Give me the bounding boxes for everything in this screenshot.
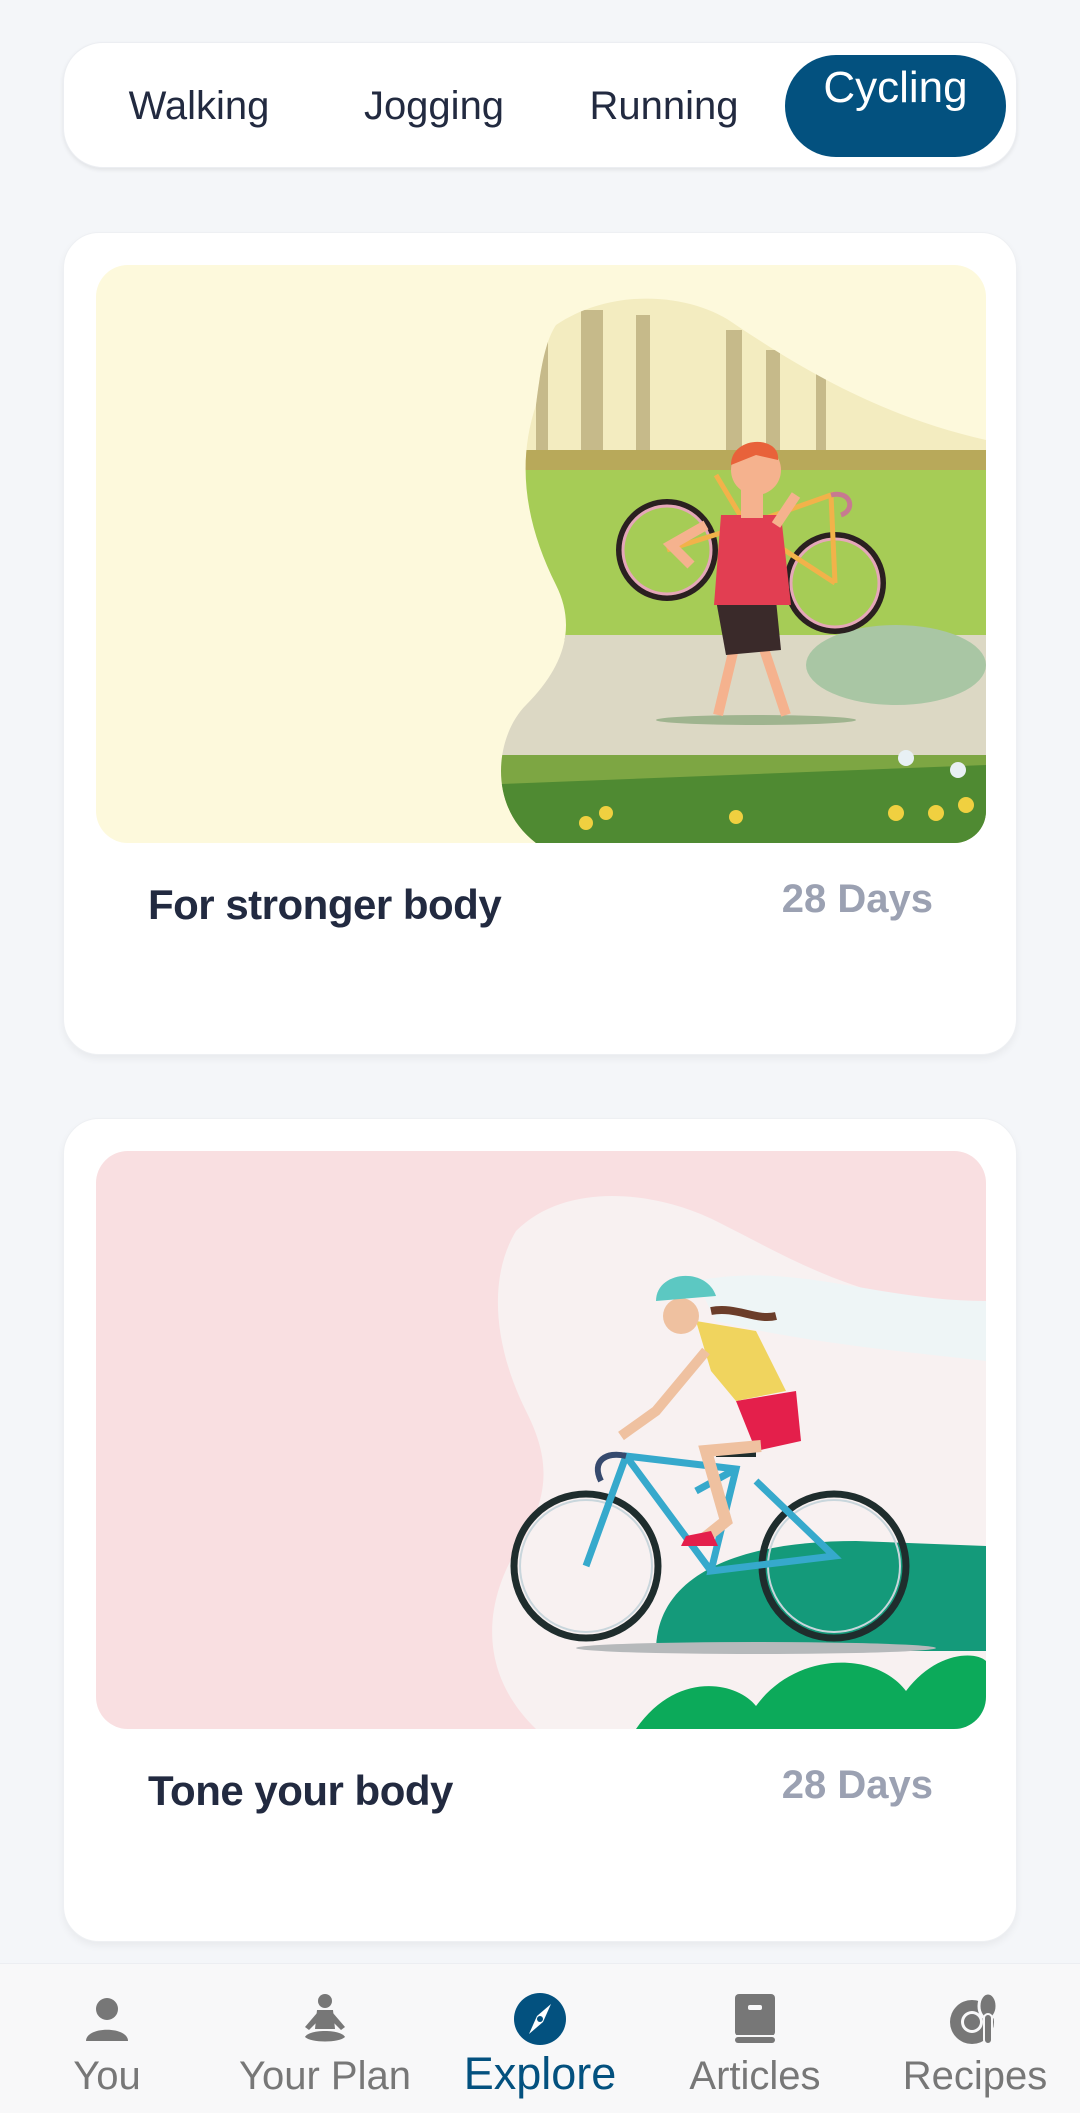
plate-spoon-icon <box>948 1992 1002 2046</box>
program-card-image <box>96 265 986 843</box>
tab-cycling[interactable]: Cycling <box>785 55 1006 157</box>
nav-your-plan[interactable]: Your Plan <box>225 1964 425 2113</box>
nav-label: Recipes <box>902 2054 1048 2098</box>
activity-tab-bar: Walking Jogging Running Cycling <box>63 42 1017 168</box>
program-title: For stronger body <box>148 881 502 928</box>
bottom-navigation: You Your Plan Explore Articles Recipes <box>0 1963 1080 2113</box>
person-icon <box>80 1992 134 2046</box>
nav-you[interactable]: You <box>47 1964 167 2113</box>
man-carrying-bicycle-illustration <box>96 265 986 843</box>
nav-label: Your Plan <box>239 2054 411 2098</box>
program-title: Tone your body <box>148 1767 453 1814</box>
nav-label: Explore <box>463 2048 617 2099</box>
program-card[interactable]: Tone your body 28 Days <box>63 1118 1017 1942</box>
nav-articles[interactable]: Articles <box>675 1964 835 2113</box>
nav-recipes[interactable]: Recipes <box>890 1964 1060 2113</box>
compass-icon <box>513 1992 567 2046</box>
program-card-image <box>96 1151 986 1729</box>
program-duration: 28 Days <box>781 1763 933 1807</box>
nav-label: Articles <box>689 2054 821 2098</box>
woman-riding-bicycle-illustration <box>96 1151 986 1729</box>
program-duration: 28 Days <box>781 877 933 921</box>
nav-explore[interactable]: Explore <box>450 1964 630 2113</box>
tab-jogging[interactable]: Jogging <box>334 43 534 169</box>
tab-running[interactable]: Running <box>564 43 764 169</box>
nav-label: You <box>73 2054 141 2098</box>
meditation-icon <box>298 1992 352 2046</box>
tab-walking[interactable]: Walking <box>104 43 294 169</box>
program-card[interactable]: For stronger body 28 Days <box>63 232 1017 1055</box>
book-icon <box>728 1992 782 2046</box>
